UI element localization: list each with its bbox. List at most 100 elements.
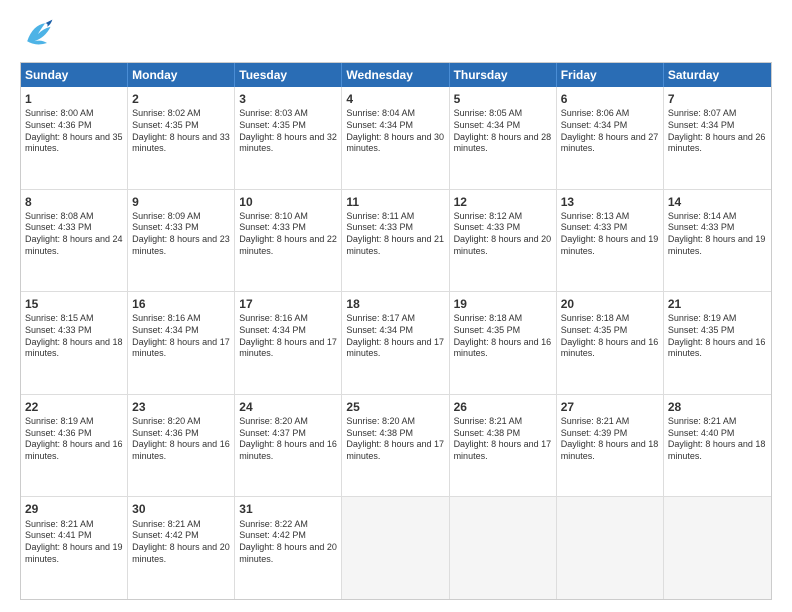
day-info: Sunrise: 8:02 AMSunset: 4:35 PMDaylight:… <box>132 108 230 155</box>
day-cell-27: 27Sunrise: 8:21 AMSunset: 4:39 PMDayligh… <box>557 395 664 497</box>
day-info: Sunrise: 8:11 AMSunset: 4:33 PMDaylight:… <box>346 211 444 258</box>
header-day-monday: Monday <box>128 63 235 87</box>
day-number: 16 <box>132 296 230 312</box>
day-number: 22 <box>25 399 123 415</box>
day-cell-24: 24Sunrise: 8:20 AMSunset: 4:37 PMDayligh… <box>235 395 342 497</box>
logo-icon <box>20 16 56 52</box>
day-info: Sunrise: 8:21 AMSunset: 4:38 PMDaylight:… <box>454 416 552 463</box>
day-cell-29: 29 Sunrise: 8:21 AMSunset: 4:41 PMDayligh… <box>21 497 128 599</box>
day-number: 1 <box>25 91 123 107</box>
day-info: Sunrise: 8:08 AMSunset: 4:33 PMDaylight:… <box>25 211 123 258</box>
day-cell-22: 22Sunrise: 8:19 AMSunset: 4:36 PMDayligh… <box>21 395 128 497</box>
day-cell-25: 25Sunrise: 8:20 AMSunset: 4:38 PMDayligh… <box>342 395 449 497</box>
empty-cell <box>450 497 557 599</box>
day-info: Sunrise: 8:05 AMSunset: 4:34 PMDaylight:… <box>454 108 552 155</box>
day-info: Sunrise: 8:20 AMSunset: 4:37 PMDaylight:… <box>239 416 337 463</box>
calendar-header: SundayMondayTuesdayWednesdayThursdayFrid… <box>21 63 771 87</box>
day-info: Sunrise: 8:15 AMSunset: 4:33 PMDaylight:… <box>25 313 123 360</box>
day-info: Sunrise: 8:20 AMSunset: 4:36 PMDaylight:… <box>132 416 230 463</box>
calendar-row-3: 22Sunrise: 8:19 AMSunset: 4:36 PMDayligh… <box>21 395 771 498</box>
day-number: 20 <box>561 296 659 312</box>
day-number: 4 <box>346 91 444 107</box>
day-number: 10 <box>239 194 337 210</box>
day-info: Sunrise: 8:21 AMSunset: 4:40 PMDaylight:… <box>668 416 767 463</box>
calendar-row-2: 15Sunrise: 8:15 AMSunset: 4:33 PMDayligh… <box>21 292 771 395</box>
logo <box>20 16 60 52</box>
day-cell-5: 5Sunrise: 8:05 AMSunset: 4:34 PMDaylight… <box>450 87 557 189</box>
day-info: Sunrise: 8:17 AMSunset: 4:34 PMDaylight:… <box>346 313 444 360</box>
calendar-row-0: 1Sunrise: 8:00 AMSunset: 4:36 PMDaylight… <box>21 87 771 190</box>
day-number: 21 <box>668 296 767 312</box>
day-info: Sunrise: 8:14 AMSunset: 4:33 PMDaylight:… <box>668 211 767 258</box>
day-info: Sunrise: 8:21 AMSunset: 4:41 PMDaylight:… <box>25 519 123 566</box>
calendar-row-4: 29 Sunrise: 8:21 AMSunset: 4:41 PMDayligh… <box>21 497 771 599</box>
day-number: 3 <box>239 91 337 107</box>
day-number: 25 <box>346 399 444 415</box>
day-cell-23: 23Sunrise: 8:20 AMSunset: 4:36 PMDayligh… <box>128 395 235 497</box>
day-number: 11 <box>346 194 444 210</box>
day-cell-16: 16Sunrise: 8:16 AMSunset: 4:34 PMDayligh… <box>128 292 235 394</box>
day-number: 27 <box>561 399 659 415</box>
day-cell-15: 15Sunrise: 8:15 AMSunset: 4:33 PMDayligh… <box>21 292 128 394</box>
header-day-saturday: Saturday <box>664 63 771 87</box>
day-cell-21: 21Sunrise: 8:19 AMSunset: 4:35 PMDayligh… <box>664 292 771 394</box>
day-cell-17: 17Sunrise: 8:16 AMSunset: 4:34 PMDayligh… <box>235 292 342 394</box>
day-number: 12 <box>454 194 552 210</box>
day-cell-26: 26Sunrise: 8:21 AMSunset: 4:38 PMDayligh… <box>450 395 557 497</box>
day-info: Sunrise: 8:13 AMSunset: 4:33 PMDaylight:… <box>561 211 659 258</box>
header <box>20 16 772 52</box>
day-info: Sunrise: 8:12 AMSunset: 4:33 PMDaylight:… <box>454 211 552 258</box>
day-cell-3: 3Sunrise: 8:03 AMSunset: 4:35 PMDaylight… <box>235 87 342 189</box>
day-cell-18: 18Sunrise: 8:17 AMSunset: 4:34 PMDayligh… <box>342 292 449 394</box>
day-number: 18 <box>346 296 444 312</box>
day-cell-9: 9Sunrise: 8:09 AMSunset: 4:33 PMDaylight… <box>128 190 235 292</box>
day-info: Sunrise: 8:00 AMSunset: 4:36 PMDaylight:… <box>25 108 123 155</box>
day-info: Sunrise: 8:04 AMSunset: 4:34 PMDaylight:… <box>346 108 444 155</box>
day-number: 9 <box>132 194 230 210</box>
day-info: Sunrise: 8:20 AMSunset: 4:38 PMDaylight:… <box>346 416 444 463</box>
day-number: 7 <box>668 91 767 107</box>
header-day-wednesday: Wednesday <box>342 63 449 87</box>
day-number: 28 <box>668 399 767 415</box>
day-cell-11: 11Sunrise: 8:11 AMSunset: 4:33 PMDayligh… <box>342 190 449 292</box>
day-number: 29 <box>25 501 123 517</box>
day-info: Sunrise: 8:22 AMSunset: 4:42 PMDaylight:… <box>239 519 337 566</box>
header-day-sunday: Sunday <box>21 63 128 87</box>
day-number: 15 <box>25 296 123 312</box>
day-info: Sunrise: 8:16 AMSunset: 4:34 PMDaylight:… <box>132 313 230 360</box>
day-info: Sunrise: 8:16 AMSunset: 4:34 PMDaylight:… <box>239 313 337 360</box>
page: SundayMondayTuesdayWednesdayThursdayFrid… <box>0 0 792 612</box>
day-cell-8: 8Sunrise: 8:08 AMSunset: 4:33 PMDaylight… <box>21 190 128 292</box>
day-number: 30 <box>132 501 230 517</box>
day-cell-10: 10Sunrise: 8:10 AMSunset: 4:33 PMDayligh… <box>235 190 342 292</box>
day-number: 31 <box>239 501 337 517</box>
day-info: Sunrise: 8:19 AMSunset: 4:35 PMDaylight:… <box>668 313 767 360</box>
empty-cell <box>342 497 449 599</box>
day-number: 14 <box>668 194 767 210</box>
day-number: 23 <box>132 399 230 415</box>
day-cell-28: 28Sunrise: 8:21 AMSunset: 4:40 PMDayligh… <box>664 395 771 497</box>
day-info: Sunrise: 8:18 AMSunset: 4:35 PMDaylight:… <box>561 313 659 360</box>
day-info: Sunrise: 8:21 AMSunset: 4:39 PMDaylight:… <box>561 416 659 463</box>
day-number: 13 <box>561 194 659 210</box>
day-cell-2: 2Sunrise: 8:02 AMSunset: 4:35 PMDaylight… <box>128 87 235 189</box>
day-cell-1: 1Sunrise: 8:00 AMSunset: 4:36 PMDaylight… <box>21 87 128 189</box>
day-number: 17 <box>239 296 337 312</box>
day-cell-30: 30Sunrise: 8:21 AMSunset: 4:42 PMDayligh… <box>128 497 235 599</box>
day-cell-7: 7Sunrise: 8:07 AMSunset: 4:34 PMDaylight… <box>664 87 771 189</box>
day-info: Sunrise: 8:03 AMSunset: 4:35 PMDaylight:… <box>239 108 337 155</box>
day-cell-4: 4Sunrise: 8:04 AMSunset: 4:34 PMDaylight… <box>342 87 449 189</box>
day-number: 26 <box>454 399 552 415</box>
calendar: SundayMondayTuesdayWednesdayThursdayFrid… <box>20 62 772 600</box>
day-info: Sunrise: 8:18 AMSunset: 4:35 PMDaylight:… <box>454 313 552 360</box>
day-info: Sunrise: 8:09 AMSunset: 4:33 PMDaylight:… <box>132 211 230 258</box>
day-cell-13: 13Sunrise: 8:13 AMSunset: 4:33 PMDayligh… <box>557 190 664 292</box>
empty-cell <box>664 497 771 599</box>
day-cell-20: 20Sunrise: 8:18 AMSunset: 4:35 PMDayligh… <box>557 292 664 394</box>
day-cell-19: 19Sunrise: 8:18 AMSunset: 4:35 PMDayligh… <box>450 292 557 394</box>
day-number: 19 <box>454 296 552 312</box>
day-cell-6: 6Sunrise: 8:06 AMSunset: 4:34 PMDaylight… <box>557 87 664 189</box>
header-day-tuesday: Tuesday <box>235 63 342 87</box>
day-info: Sunrise: 8:06 AMSunset: 4:34 PMDaylight:… <box>561 108 659 155</box>
day-number: 2 <box>132 91 230 107</box>
